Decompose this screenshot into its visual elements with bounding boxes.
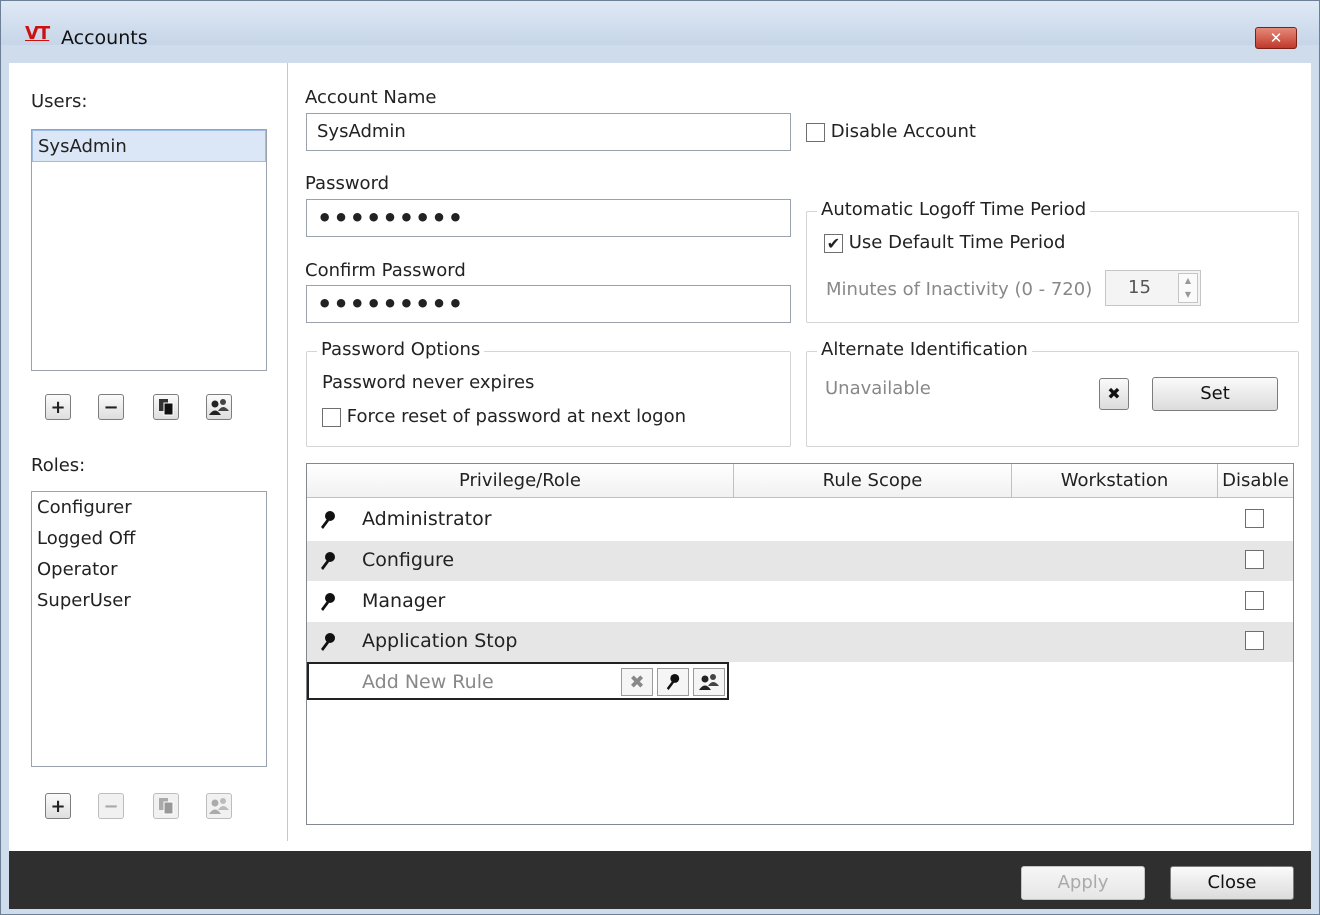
grid-header: Privilege/Role Rule Scope Workstation Di… bbox=[307, 464, 1293, 498]
column-header-rule-scope[interactable]: Rule Scope bbox=[734, 464, 1012, 498]
roles-label: Roles: bbox=[31, 455, 86, 476]
use-default-check[interactable]: ✔ bbox=[824, 233, 843, 253]
key-icon bbox=[321, 552, 335, 570]
password-label: Password bbox=[305, 173, 390, 194]
alt-id-title: Alternate Identification bbox=[817, 339, 1032, 360]
disable-account-label: Disable Account bbox=[830, 121, 976, 142]
disable-account-checkbox[interactable]: Disable Account bbox=[806, 121, 976, 142]
account-name-field[interactable]: SysAdmin bbox=[306, 113, 791, 151]
user-item-sysadmin[interactable]: SysAdmin bbox=[32, 130, 266, 162]
column-header-disable[interactable]: Disable bbox=[1218, 464, 1293, 498]
force-reset-checkbox[interactable]: Force reset of password at next logon bbox=[322, 406, 686, 427]
key-icon bbox=[321, 593, 335, 611]
rules-grid: Privilege/Role Rule Scope Workstation Di… bbox=[306, 463, 1294, 825]
password-field[interactable]: ••••••••• bbox=[306, 199, 791, 237]
users-icon bbox=[209, 798, 229, 814]
rule-disable-checkbox[interactable] bbox=[1245, 631, 1264, 650]
add-new-rule-input[interactable]: Add New Rule bbox=[362, 671, 494, 693]
spinner-arrows[interactable]: ▲ ▼ bbox=[1178, 273, 1198, 303]
title-bar: VT Accounts ✕ bbox=[1, 1, 1319, 49]
new-rule-clear-button[interactable]: ✖ bbox=[621, 668, 653, 696]
key-icon bbox=[321, 511, 335, 529]
table-row[interactable]: Application Stop bbox=[307, 622, 1293, 662]
alt-id-group: Alternate Identification Unavailable ✖ S… bbox=[806, 339, 1299, 447]
add-new-rule-row[interactable]: Add New Rule ✖ bbox=[307, 662, 729, 700]
table-row[interactable]: Manager bbox=[307, 582, 1293, 622]
rule-name: Manager bbox=[362, 590, 446, 612]
logoff-group-title: Automatic Logoff Time Period bbox=[817, 199, 1091, 220]
role-item[interactable]: Logged Off bbox=[32, 523, 266, 554]
force-reset-label: Force reset of password at next logon bbox=[346, 406, 686, 427]
accounts-window: VT Accounts ✕ Users: SysAdmin + − Roles: bbox=[0, 0, 1320, 915]
copy-icon bbox=[159, 798, 174, 815]
new-rule-role-button[interactable] bbox=[693, 668, 725, 696]
copy-icon bbox=[159, 399, 174, 416]
dialog-body: Users: SysAdmin + − Roles: Configurer Lo… bbox=[9, 63, 1311, 851]
rule-disable-checkbox[interactable] bbox=[1245, 509, 1264, 528]
minutes-spinner[interactable]: 15 ▲ ▼ bbox=[1105, 270, 1201, 306]
rule-name: Application Stop bbox=[362, 630, 518, 652]
remove-user-button[interactable]: − bbox=[98, 394, 124, 420]
users-label: Users: bbox=[31, 91, 88, 112]
users-icon bbox=[699, 674, 719, 690]
rule-disable-checkbox[interactable] bbox=[1245, 550, 1264, 569]
alt-id-set-button[interactable]: Set bbox=[1152, 377, 1278, 411]
confirm-password-field[interactable]: ••••••••• bbox=[306, 285, 791, 323]
roles-list[interactable]: Configurer Logged Off Operator SuperUser bbox=[31, 491, 267, 767]
account-name-label: Account Name bbox=[305, 87, 437, 108]
window-title: Accounts bbox=[61, 27, 148, 49]
use-default-label: Use Default Time Period bbox=[848, 232, 1066, 253]
clear-icon: ✖ bbox=[1107, 384, 1121, 403]
rule-name: Configure bbox=[362, 549, 455, 571]
apply-button[interactable]: Apply bbox=[1021, 866, 1145, 900]
rule-name: Administrator bbox=[362, 508, 492, 530]
dialog-footer: Apply Close bbox=[9, 851, 1311, 909]
role-users-button[interactable] bbox=[206, 793, 232, 819]
password-options-group: Password Options Password never expires … bbox=[306, 339, 791, 447]
app-logo: VT bbox=[25, 23, 50, 44]
alt-id-clear-button[interactable]: ✖ bbox=[1099, 378, 1129, 410]
column-header-privilege[interactable]: Privilege/Role bbox=[307, 464, 734, 498]
user-roles-button[interactable] bbox=[206, 394, 232, 420]
confirm-password-label: Confirm Password bbox=[305, 260, 466, 281]
table-row[interactable]: Configure bbox=[307, 541, 1293, 581]
window-close-button[interactable]: ✕ bbox=[1255, 27, 1297, 49]
alt-id-status: Unavailable bbox=[825, 378, 931, 399]
column-divider bbox=[287, 63, 288, 841]
add-role-button[interactable]: + bbox=[45, 793, 71, 819]
rule-disable-checkbox[interactable] bbox=[1245, 591, 1264, 610]
users-list[interactable]: SysAdmin bbox=[31, 129, 267, 371]
copy-role-button[interactable] bbox=[153, 793, 179, 819]
column-header-workstation[interactable]: Workstation bbox=[1012, 464, 1218, 498]
minutes-value: 15 bbox=[1128, 277, 1151, 298]
disable-account-check[interactable] bbox=[806, 122, 825, 142]
never-expires-text: Password never expires bbox=[322, 372, 535, 393]
force-reset-check[interactable] bbox=[322, 407, 341, 427]
password-options-title: Password Options bbox=[317, 339, 485, 360]
clear-icon: ✖ bbox=[629, 671, 645, 693]
role-item[interactable]: SuperUser bbox=[32, 585, 266, 616]
copy-user-button[interactable] bbox=[153, 394, 179, 420]
new-rule-privilege-button[interactable] bbox=[657, 668, 689, 696]
role-item[interactable]: Configurer bbox=[32, 492, 266, 523]
close-button[interactable]: Close bbox=[1170, 866, 1294, 900]
users-icon bbox=[209, 399, 229, 415]
minutes-label: Minutes of Inactivity (0 - 720) bbox=[826, 279, 1093, 300]
remove-role-button[interactable]: − bbox=[98, 793, 124, 819]
key-icon bbox=[666, 674, 680, 690]
key-icon bbox=[321, 633, 335, 651]
use-default-checkbox[interactable]: ✔ Use Default Time Period bbox=[824, 232, 1065, 253]
add-user-button[interactable]: + bbox=[45, 394, 71, 420]
role-item[interactable]: Operator bbox=[32, 554, 266, 585]
table-row[interactable]: Administrator bbox=[307, 500, 1293, 540]
logoff-group: Automatic Logoff Time Period ✔ Use Defau… bbox=[806, 199, 1299, 323]
